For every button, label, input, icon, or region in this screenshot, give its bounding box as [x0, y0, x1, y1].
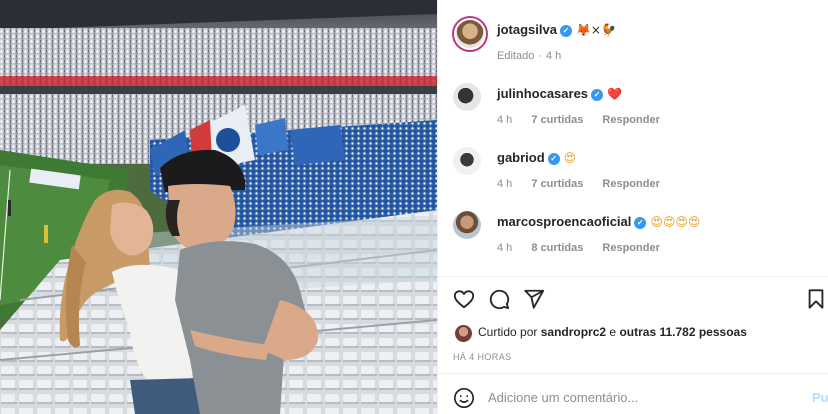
- comment-username[interactable]: julinhocasares: [497, 86, 588, 101]
- comment-time: 4 h: [497, 178, 513, 190]
- post-timestamp[interactable]: HÁ 4 HORAS: [453, 352, 512, 362]
- comment-username[interactable]: gabriod: [497, 150, 545, 165]
- comment-line: gabriod ✓ 😍: [497, 149, 576, 167]
- reply-button[interactable]: Responder: [602, 178, 659, 190]
- liker-avatar[interactable]: [455, 325, 472, 342]
- comment-likes[interactable]: 7 curtidas: [531, 178, 583, 190]
- comment-username[interactable]: marcosproencaoficial: [497, 214, 631, 229]
- comment-icon[interactable]: [488, 288, 510, 310]
- verified-icon: ✓: [547, 153, 560, 165]
- comment-likes[interactable]: 7 curtidas: [531, 114, 583, 126]
- author-username[interactable]: jotagsilva: [497, 22, 557, 37]
- comment-line: marcosproencaoficial ✓ 😍😍😍😍: [497, 213, 700, 231]
- reply-button[interactable]: Responder: [602, 114, 659, 126]
- liker-username[interactable]: sandroprc2: [541, 325, 606, 339]
- comment-meta: 4 h 7 curtidas Responder: [497, 178, 676, 190]
- comment-meta: 4 h 8 curtidas Responder: [497, 242, 676, 254]
- comment-text: 😍😍😍😍: [650, 215, 701, 229]
- verified-icon: ✓: [634, 217, 647, 229]
- comment-time: 4 h: [497, 114, 513, 126]
- comment-text: 😍: [563, 151, 577, 165]
- edited-meta: Editado · 4 h: [497, 50, 562, 62]
- comment-input[interactable]: [488, 390, 788, 405]
- stadium-couple-photo: [0, 0, 437, 414]
- publish-button[interactable]: Publicar: [812, 390, 828, 405]
- heart-icon[interactable]: [453, 288, 475, 310]
- author-avatar[interactable]: [452, 16, 488, 52]
- verified-icon: ✓: [591, 89, 604, 101]
- likes-count[interactable]: outras 11.782 pessoas: [619, 325, 746, 339]
- comment-avatar[interactable]: [453, 83, 481, 111]
- likes-summary: Curtido por sandroprc2 e outras 11.782 p…: [478, 325, 747, 339]
- edited-time: 4 h: [545, 50, 562, 62]
- comment-likes[interactable]: 8 curtidas: [531, 242, 583, 254]
- reply-button[interactable]: Responder: [602, 242, 659, 254]
- divider: [438, 373, 828, 374]
- divider: [438, 276, 828, 277]
- post-side-panel: jotagsilva ✓ 🦊×🐓 Editado · 4 h julinhocasare…: [437, 0, 828, 414]
- verified-icon: ✓: [559, 25, 572, 37]
- share-icon[interactable]: [523, 288, 545, 310]
- comment-text: ❤️: [607, 87, 622, 101]
- comment-avatar[interactable]: [453, 211, 481, 239]
- author-emoji: 🦊×🐓: [575, 23, 616, 37]
- edited-label: Editado: [497, 50, 535, 62]
- post-photo[interactable]: [0, 0, 437, 414]
- comment-time: 4 h: [497, 242, 513, 254]
- bookmark-icon[interactable]: [805, 288, 827, 310]
- liked-by-prefix: Curtido por: [478, 325, 538, 339]
- comment-line: julinhocasares ✓ ❤️: [497, 85, 622, 103]
- comment-avatar[interactable]: [453, 147, 481, 175]
- liked-by-connector: e: [609, 325, 617, 339]
- comment-meta: 4 h 7 curtidas Responder: [497, 114, 676, 126]
- emoji-icon[interactable]: [453, 387, 475, 409]
- author-line: jotagsilva ✓ 🦊×🐓: [497, 21, 616, 39]
